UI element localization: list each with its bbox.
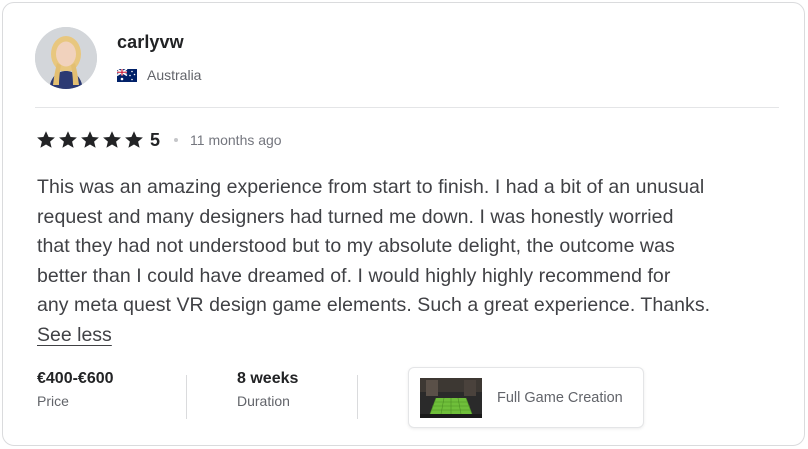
- star-rating: [36, 130, 144, 150]
- review-text-line: any meta quest VR design game elements. …: [37, 294, 711, 316]
- rating-value: 5: [150, 129, 161, 150]
- divider: [35, 107, 779, 108]
- review-text-line: better than I could have dreamed of. I w…: [37, 264, 671, 287]
- reviewer-username[interactable]: carlyvw: [117, 32, 184, 53]
- review-card: carlyvw Australia 5 11 months ago This w…: [2, 2, 805, 446]
- gig-title: Full Game Creation: [497, 389, 623, 406]
- gig-card[interactable]: Full Game Creation: [408, 367, 644, 428]
- duration-info: 8 weeks Duration: [237, 369, 298, 410]
- duration-label: Duration: [237, 393, 290, 409]
- duration-value: 8 weeks: [237, 370, 299, 387]
- see-less-link[interactable]: See less: [37, 321, 112, 350]
- review-text-line: that they had not understood but to my a…: [37, 235, 675, 257]
- country-name: Australia: [147, 67, 202, 83]
- star-icon: [59, 131, 77, 148]
- review-text: This was an amazing experience from star…: [37, 173, 787, 321]
- star-icon: [103, 131, 121, 148]
- gig-thumbnail: [420, 377, 482, 418]
- meta-divider: [186, 375, 187, 419]
- separator-dot: [174, 138, 179, 142]
- price-label: Price: [37, 393, 69, 409]
- avatar[interactable]: [35, 27, 97, 89]
- price-info: €400-€600 Price: [37, 369, 114, 410]
- star-icon: [37, 131, 55, 148]
- avatar-photo: [35, 27, 97, 89]
- star-icon: [81, 131, 99, 148]
- meta-divider: [357, 375, 358, 419]
- reviewer-country: Australia: [117, 67, 201, 83]
- review-text-line: This was an amazing experience from star…: [37, 176, 705, 198]
- price-value: €400-€600: [37, 370, 114, 387]
- review-text-line: request and many designers had turned me…: [37, 205, 674, 228]
- rating-row: 5 11 months ago: [36, 129, 282, 151]
- australia-flag-icon: [117, 68, 137, 82]
- star-icon: [125, 131, 143, 148]
- review-time: 11 months ago: [190, 132, 282, 148]
